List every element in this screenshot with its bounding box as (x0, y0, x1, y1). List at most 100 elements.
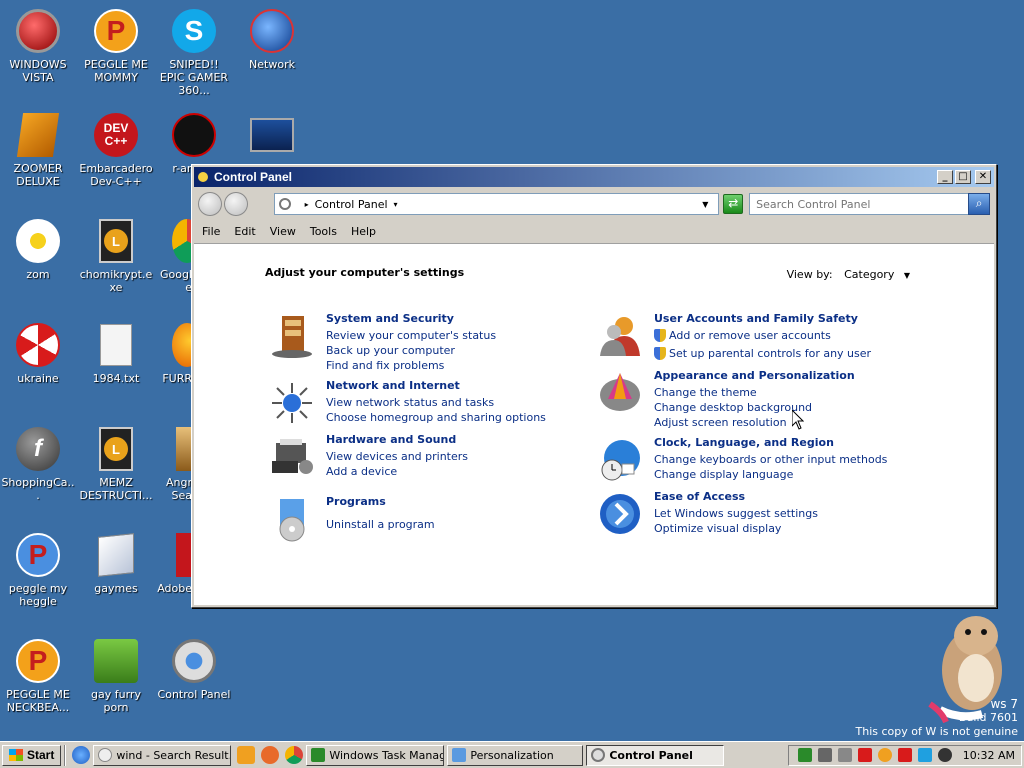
desktop-icon-1984-txt[interactable]: 1984.txt (78, 322, 154, 385)
category-link[interactable]: Choose homegroup and sharing options (326, 410, 546, 425)
desktop-icon-devcpp[interactable]: DEV C++ Embarcadero Dev-C++ (78, 112, 154, 188)
menu-view[interactable]: View (270, 225, 296, 238)
desktop-icon-gay-furry-porn[interactable]: gay furry porn (78, 638, 154, 714)
desktop-icon-memz[interactable]: L MEMZ DESTRUCTI... (78, 426, 154, 502)
task-personalization[interactable]: Personalization (447, 744, 584, 766)
search-button[interactable]: ⌕ (968, 193, 990, 215)
category-link[interactable]: View network status and tasks (326, 395, 546, 410)
tray-app-icon[interactable] (797, 748, 812, 762)
category-link[interactable]: Uninstall a program (326, 517, 435, 532)
address-dropdown-icon[interactable]: ▼ (702, 200, 708, 209)
category-link[interactable]: Add a device (326, 464, 468, 479)
close-button[interactable]: ✕ (975, 170, 991, 184)
desktop-icon-peggle-me-mommy[interactable]: P PEGGLE ME MOMMY (78, 8, 154, 84)
menu-help[interactable]: Help (351, 225, 376, 238)
category-link[interactable]: Find and fix problems (326, 358, 496, 373)
desktop-icon-sniped[interactable]: S SNIPED!! EPIC GAMER 360... (156, 8, 232, 97)
tray-volume-icon[interactable] (937, 748, 952, 762)
desktop-icon-adobe[interactable]: Adobe (156, 532, 198, 595)
address-crumb[interactable]: Control Panel (315, 198, 388, 211)
desktop-icon-shoppingca[interactable]: f ShoppingCa... (0, 426, 76, 502)
ease-of-access-icon (600, 494, 640, 534)
window-titlebar[interactable]: Control Panel _ □ ✕ (194, 167, 994, 187)
category-link-text: Set up parental controls for any user (669, 347, 872, 360)
desktop-icon-zom[interactable]: zom (0, 218, 76, 281)
tray-network-icon[interactable] (817, 748, 832, 762)
maximize-button[interactable]: □ (955, 170, 971, 184)
desktop-icon-zoomer-deluxe[interactable]: ZOOMER DELUXE (0, 112, 76, 188)
menu-tools[interactable]: Tools (310, 225, 337, 238)
tray-flag-icon[interactable] (897, 748, 912, 762)
desktop-icon-angr[interactable]: Angr Sea (156, 426, 198, 502)
category-link[interactable]: Change keyboards or other input methods (654, 452, 887, 467)
chevron-down-icon[interactable]: ▼ (904, 271, 910, 280)
category-link-text: Add or remove user accounts (669, 329, 831, 342)
taskbar: Start wind - Search Result... Windows Ta… (0, 741, 1024, 768)
view-by-dropdown[interactable]: Category (844, 268, 894, 281)
refresh-button[interactable]: ⇄ (723, 194, 744, 214)
desktop-icon-control-panel[interactable]: Control Panel (156, 638, 232, 701)
menu-bar: File Edit View Tools Help (194, 221, 994, 241)
category-title[interactable]: Hardware and Sound (326, 433, 468, 446)
category-link-with-shield[interactable]: Add or remove user accounts (654, 328, 871, 343)
category-link[interactable]: Let Windows suggest settings (654, 506, 818, 521)
desktop-icon-ukraine[interactable]: ukraine (0, 322, 76, 385)
desktop-icon-laptop[interactable] (234, 112, 310, 162)
category-hardware-sound: Hardware and Sound View devices and prin… (268, 433, 468, 481)
category-link[interactable]: View devices and printers (326, 449, 468, 464)
category-title[interactable]: System and Security (326, 312, 496, 325)
desktop-icon-chomikrypt[interactable]: L chomikrypt.exe (78, 218, 154, 294)
minimize-icon: _ (942, 171, 948, 182)
tray-display-icon[interactable] (917, 748, 932, 762)
forward-button[interactable] (223, 192, 248, 216)
category-link[interactable]: Optimize visual display (654, 521, 818, 536)
menu-file[interactable]: File (202, 225, 220, 238)
category-link[interactable]: Change desktop background (654, 400, 855, 415)
category-title[interactable]: User Accounts and Family Safety (654, 312, 871, 325)
back-button[interactable] (198, 192, 222, 216)
tray-search-icon[interactable] (877, 748, 892, 762)
chrome-quicklaunch-icon[interactable] (285, 746, 304, 764)
app-quicklaunch-icon[interactable] (261, 746, 280, 764)
task-task-manager[interactable]: Windows Task Manager (306, 744, 445, 766)
minimize-button[interactable]: _ (937, 170, 953, 184)
devcpp-icon: DEV C++ (93, 112, 139, 158)
desktop-icon-google[interactable]: Google (156, 218, 202, 294)
category-title[interactable]: Network and Internet (326, 379, 546, 392)
desktop-icon-network[interactable]: Network (234, 8, 310, 71)
category-link-with-shield[interactable]: Set up parental controls for any user (654, 346, 871, 361)
category-title[interactable]: Programs (326, 495, 435, 508)
chevron-down-icon[interactable]: ▾ (394, 200, 398, 209)
desktop-icon-peggle-me-neckbea[interactable]: P PEGGLE ME NECKBEA... (0, 638, 76, 714)
category-link[interactable]: Change the theme (654, 385, 855, 400)
task-control-panel[interactable]: Control Panel (586, 744, 725, 766)
hardware-sound-icon (272, 439, 313, 474)
app-icon (171, 112, 217, 158)
tray-v-icon[interactable] (857, 748, 872, 762)
category-link[interactable]: Change display language (654, 467, 887, 482)
category-link[interactable]: Back up your computer (326, 343, 496, 358)
ie-quicklaunch-icon[interactable] (72, 746, 91, 764)
category-link[interactable]: Review your computer's status (326, 328, 496, 343)
task-search-results[interactable]: wind - Search Result... (93, 744, 232, 766)
menu-edit[interactable]: Edit (234, 225, 255, 238)
search-input[interactable] (749, 193, 970, 215)
category-title[interactable]: Appearance and Personalization (654, 369, 855, 382)
flower-icon (15, 218, 61, 264)
uac-shield-icon (654, 329, 666, 342)
desktop-icon-label: Angr Sea (165, 476, 192, 502)
media-player-quicklaunch-icon[interactable] (237, 746, 256, 764)
uac-shield-icon (654, 347, 666, 360)
desktop-icon-gaymes[interactable]: gaymes (78, 532, 154, 595)
category-title[interactable]: Clock, Language, and Region (654, 436, 887, 449)
category-link[interactable]: Adjust screen resolution (654, 415, 855, 430)
desktop-icon-windows-vista[interactable]: WINDOWS VISTA (0, 8, 76, 84)
category-title[interactable]: Ease of Access (654, 490, 818, 503)
desktop-icon-furr[interactable]: FURR (156, 322, 202, 385)
address-field[interactable]: ▸ Control Panel ▾ ▼ (273, 193, 720, 215)
tray-app-icon[interactable] (837, 748, 852, 762)
desktop-icon-peggle-my-heggle[interactable]: P peggle my heggle (0, 532, 76, 608)
start-button[interactable]: Start (2, 744, 62, 766)
clock[interactable]: 10:32 AM (963, 749, 1015, 762)
desktop-icon-label: peggle my heggle (8, 582, 68, 608)
